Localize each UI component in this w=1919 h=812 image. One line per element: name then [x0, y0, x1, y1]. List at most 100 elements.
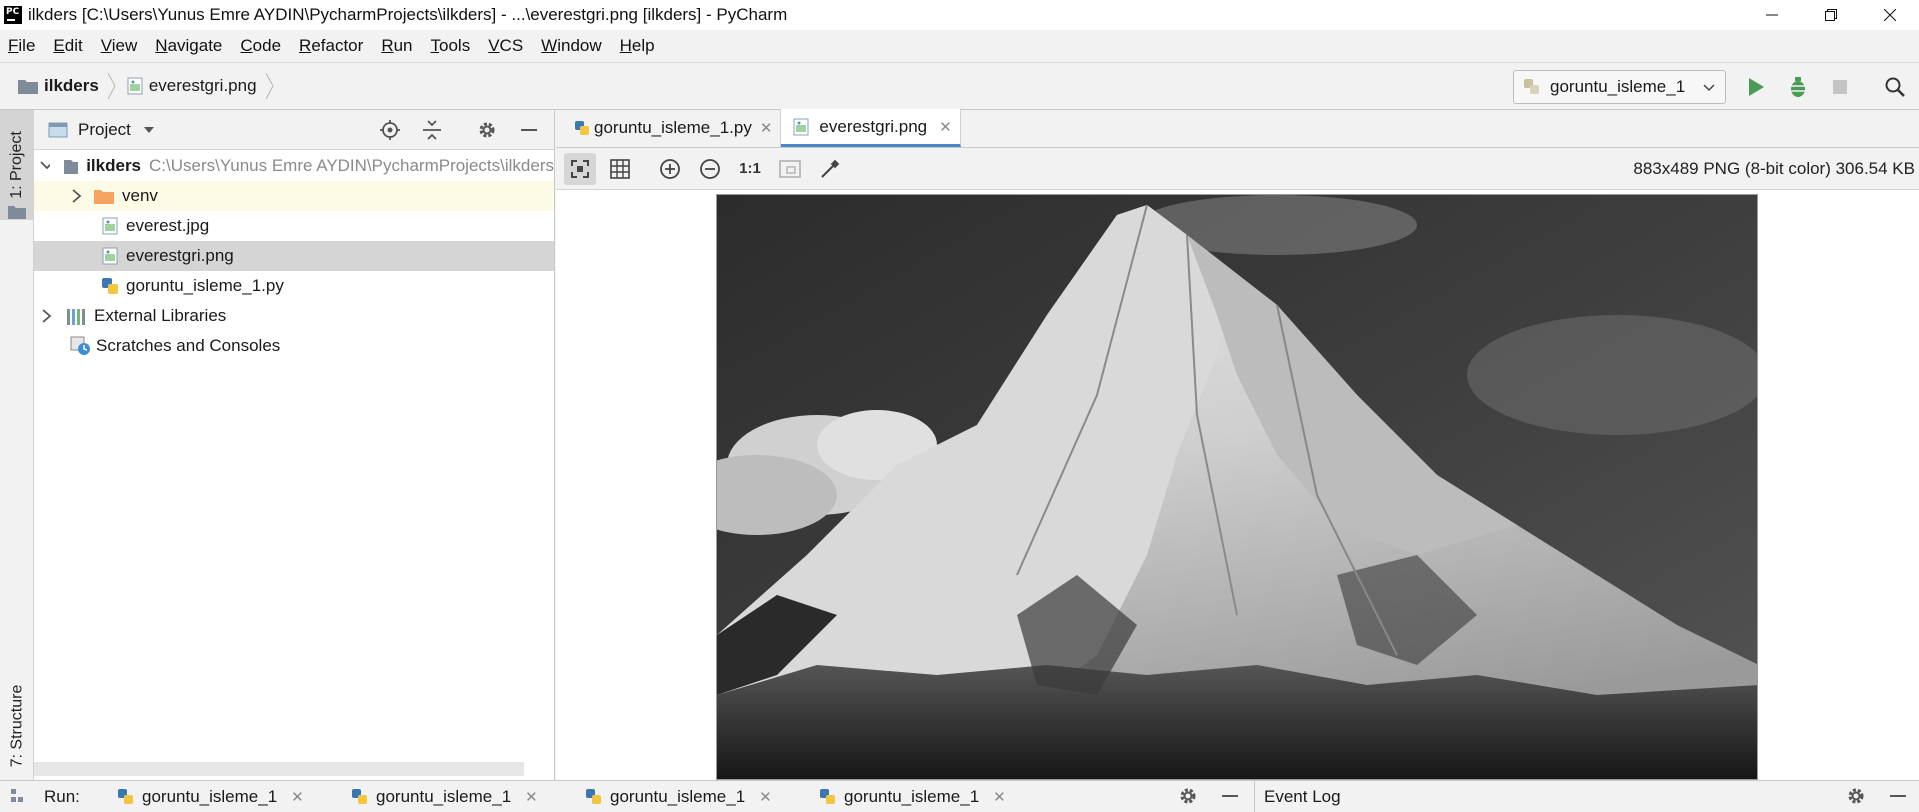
tab-goruntu-isleme-py[interactable]: goruntu_isleme_1.py ✕	[566, 109, 782, 147]
close-window-button[interactable]	[1860, 0, 1919, 30]
close-tab-icon[interactable]: ✕	[993, 788, 1006, 806]
run-tab-label: goruntu_isleme_1	[142, 786, 278, 806]
mountain-image	[717, 195, 1757, 779]
window-title: ilkders [C:\Users\Yunus Emre AYDIN\Pycha…	[28, 5, 788, 24]
tree-item-everestgri-png[interactable]: everestgri.png	[34, 241, 554, 271]
project-panel-title[interactable]: Project	[78, 120, 131, 140]
library-icon	[67, 309, 85, 325]
run-tab-2[interactable]: goruntu_isleme_1 ✕	[350, 781, 538, 812]
zoom-in-icon	[660, 158, 680, 179]
tab-label: everestgri.png	[819, 116, 928, 136]
folder-icon	[63, 160, 79, 174]
show-grid-button[interactable]	[604, 153, 636, 185]
close-tab-icon[interactable]: ✕	[291, 788, 304, 806]
horizontal-scrollbar[interactable]	[34, 762, 524, 776]
window-controls	[1742, 0, 1919, 30]
close-tab-icon[interactable]: ✕	[760, 119, 773, 137]
bug-icon	[1789, 77, 1807, 97]
navigation-bar: ilkders everestgri.png goruntu_isleme_1	[0, 62, 1919, 110]
left-tool-stripe: 1: Project 7: Structure	[0, 110, 34, 780]
menu-bar: File Edit View Navigate Code Refactor Ru…	[0, 30, 1919, 62]
close-tab-icon[interactable]: ✕	[759, 788, 772, 806]
hide-panel-icon[interactable]	[1889, 786, 1907, 806]
run-configuration-select[interactable]: goruntu_isleme_1	[1513, 70, 1726, 104]
gear-icon[interactable]	[1178, 786, 1198, 806]
locate-file-icon[interactable]	[380, 120, 400, 140]
python-file-icon	[102, 278, 118, 294]
scratches-icon	[70, 336, 90, 355]
breadcrumb-file[interactable]: everestgri.png	[127, 76, 257, 96]
collapse-all-icon[interactable]	[422, 120, 442, 140]
zoom-in-button[interactable]	[654, 153, 686, 185]
breadcrumb-file-label: everestgri.png	[148, 76, 257, 95]
menu-window[interactable]: Window	[541, 36, 601, 56]
hide-panel-icon[interactable]	[1221, 786, 1239, 806]
run-tab-4[interactable]: goruntu_isleme_1 ✕	[818, 781, 1006, 812]
chevron-down-icon	[40, 161, 50, 170]
close-tab-icon[interactable]: ✕	[939, 118, 952, 136]
color-picker-button[interactable]	[814, 153, 846, 185]
chevron-right-icon	[265, 72, 274, 100]
run-tab-label: goruntu_isleme_1	[844, 786, 980, 806]
tree-root-ilkders[interactable]: ilkders C:\Users\Yunus Emre AYDIN\Pychar…	[34, 151, 554, 181]
zoom-out-button[interactable]	[694, 153, 726, 185]
tree-item-label: venv	[122, 186, 158, 205]
chevron-down-icon[interactable]	[143, 126, 155, 134]
tool-windows-icon[interactable]	[10, 787, 24, 807]
debug-button[interactable]	[1786, 75, 1810, 99]
menu-refactor[interactable]: Refactor	[299, 36, 363, 56]
menu-navigate[interactable]: Navigate	[155, 36, 222, 56]
tree-item-label: Scratches and Consoles	[96, 336, 281, 355]
chevron-right-icon	[107, 72, 116, 100]
restore-button[interactable]	[1801, 0, 1860, 30]
tree-item-label: goruntu_isleme_1.py	[126, 276, 284, 295]
menu-vcs[interactable]: VCS	[488, 36, 523, 56]
stop-button[interactable]	[1828, 75, 1852, 99]
python-icon	[820, 788, 835, 804]
minimize-button[interactable]	[1742, 0, 1801, 30]
gear-icon[interactable]	[477, 120, 497, 140]
structure-tool-tab[interactable]: 7: Structure	[0, 676, 34, 776]
menu-edit[interactable]: Edit	[53, 36, 82, 56]
breadcrumb-project-label: ilkders	[44, 76, 99, 95]
tree-item-everest-jpg[interactable]: everest.jpg	[34, 211, 554, 241]
image-preview[interactable]	[716, 194, 1758, 780]
tab-everestgri-png[interactable]: everestgri.png ✕	[781, 109, 961, 147]
restore-icon	[1824, 9, 1837, 21]
menu-file[interactable]: File	[8, 36, 35, 56]
menu-help[interactable]: Help	[620, 36, 655, 56]
menu-tools[interactable]: Tools	[431, 36, 471, 56]
image-file-icon	[793, 118, 809, 135]
menu-code[interactable]: Code	[240, 36, 281, 56]
actual-size-button[interactable]: 1:1	[734, 153, 766, 185]
search-everywhere-button[interactable]	[1883, 75, 1907, 99]
image-viewer-toolbar: 1:1 883x489 PNG (8-bit color) 306.54 KB	[556, 148, 1919, 190]
tree-item-label: everest.jpg	[126, 216, 210, 235]
gear-icon[interactable]	[1846, 786, 1866, 806]
python-icon	[118, 788, 133, 804]
close-tab-icon[interactable]: ✕	[525, 788, 538, 806]
run-tab-3[interactable]: goruntu_isleme_1 ✕	[584, 781, 772, 812]
tree-item-venv[interactable]: venv	[34, 181, 554, 211]
run-button[interactable]	[1744, 75, 1768, 99]
structure-tool-tab-label: 7: Structure	[8, 684, 26, 768]
tree-item-goruntu-isleme-py[interactable]: goruntu_isleme_1.py	[34, 271, 554, 301]
chevron-right-icon	[42, 309, 52, 323]
hide-panel-icon[interactable]	[520, 120, 538, 140]
fit-to-window-button[interactable]	[774, 153, 806, 185]
project-tool-tab-label: 1: Project	[8, 131, 25, 199]
tree-root-path: C:\Users\Yunus Emre AYDIN\PycharmProject…	[149, 156, 554, 175]
background-chessboard-button[interactable]	[564, 152, 596, 185]
menu-run[interactable]: Run	[381, 36, 412, 56]
event-log-label[interactable]: Event Log	[1264, 787, 1341, 807]
image-file-icon	[102, 217, 118, 235]
grid-icon	[610, 158, 630, 179]
tree-item-scratches[interactable]: Scratches and Consoles	[34, 331, 554, 361]
tree-item-external-libraries[interactable]: External Libraries	[34, 301, 554, 331]
image-file-icon	[102, 247, 118, 265]
run-tab-1[interactable]: goruntu_isleme_1 ✕	[116, 781, 304, 812]
python-icon	[352, 788, 367, 804]
menu-view[interactable]: View	[101, 36, 138, 56]
project-panel-header: Project	[34, 110, 554, 150]
breadcrumb-project[interactable]: ilkders	[18, 76, 99, 96]
